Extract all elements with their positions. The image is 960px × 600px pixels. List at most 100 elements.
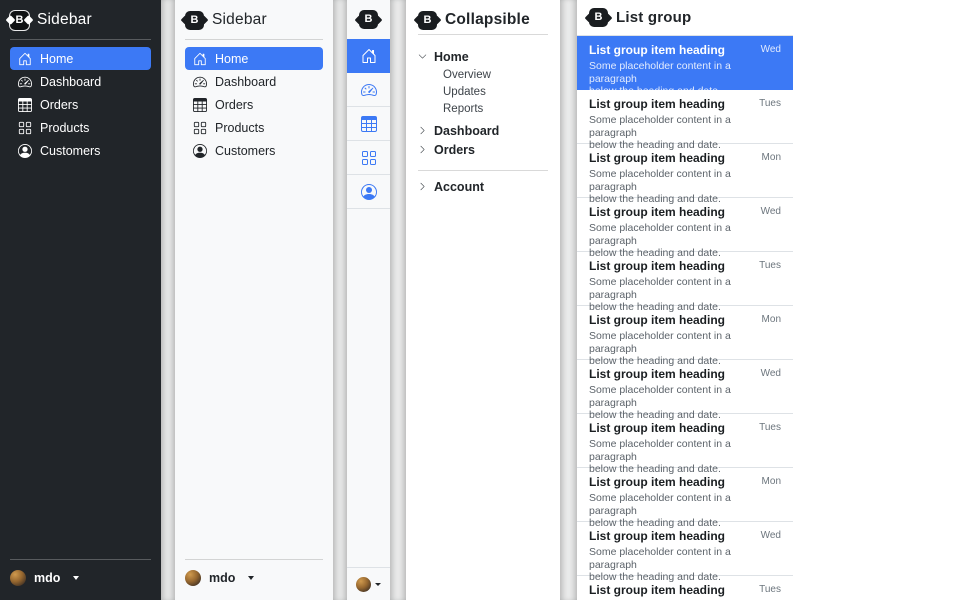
nav-link[interactable]: Orders bbox=[185, 93, 323, 116]
bootstrap-logo-icon: B bbox=[185, 11, 204, 30]
list-item-heading: List group item heading bbox=[589, 98, 725, 111]
nav-item: Orders bbox=[10, 93, 151, 116]
list-item-heading: List group item heading bbox=[589, 314, 725, 327]
nav-link-label: Products bbox=[215, 121, 264, 135]
list-item-top-row: List group item heading Tues bbox=[589, 422, 781, 435]
list-item-heading: List group item heading bbox=[589, 44, 725, 57]
list-item-top-row: List group item heading Wed bbox=[589, 44, 781, 57]
list-group-item[interactable]: List group item heading Mon Some placeho… bbox=[577, 144, 793, 198]
list-group: List group item heading Wed Some placeho… bbox=[577, 36, 793, 600]
list-item-day: Tues bbox=[759, 584, 781, 596]
brand-link-dark[interactable]: B Sidebar bbox=[10, 10, 151, 30]
list-group-item[interactable]: List group item heading Mon Some placeho… bbox=[577, 468, 793, 522]
sidebar-dark: B Sidebar Home Dashboard Orde bbox=[0, 0, 161, 600]
collapse-toggle-orders[interactable]: Orders bbox=[418, 140, 548, 159]
caret-down-icon bbox=[248, 576, 254, 580]
avatar bbox=[10, 570, 26, 586]
list-group-item[interactable]: List group item heading Wed Some placeho… bbox=[577, 360, 793, 414]
nav-item: Dashboard bbox=[185, 70, 323, 93]
list-item-day: Tues bbox=[759, 98, 781, 110]
nav-link-label: Customers bbox=[215, 144, 275, 158]
sidebar-listgroup: B List group List group item heading Wed… bbox=[577, 0, 793, 600]
icon-nav-link[interactable] bbox=[347, 141, 390, 175]
list-item-heading: List group item heading bbox=[589, 260, 725, 273]
list-group-item[interactable]: List group item heading Wed Some placeho… bbox=[577, 198, 793, 252]
user-section: mdo bbox=[10, 559, 151, 590]
chevron-right-icon bbox=[418, 145, 427, 154]
list-item-day: Tues bbox=[759, 260, 781, 272]
sidebar-collapsible: B Collapsible Home Overview Updates Repo… bbox=[406, 0, 560, 600]
list-group-item[interactable]: List group item heading Wed Some placeho… bbox=[577, 36, 793, 90]
sub-link[interactable]: Overview bbox=[443, 66, 548, 83]
example-divider bbox=[161, 0, 175, 600]
collapse-toggle-dashboard[interactable]: Dashboard bbox=[418, 121, 548, 140]
nav-link[interactable]: Products bbox=[10, 116, 151, 139]
list-item-day: Mon bbox=[762, 476, 781, 488]
list-item-heading: List group item heading bbox=[589, 422, 725, 435]
list-group-item[interactable]: List group item heading Wed Some placeho… bbox=[577, 522, 793, 576]
nav-link[interactable]: Orders bbox=[10, 93, 151, 116]
sub-link[interactable]: Reports bbox=[443, 100, 548, 117]
chevron-right-icon bbox=[418, 182, 427, 191]
sidebar-light-nav: Home Dashboard Orders Prod bbox=[185, 47, 323, 162]
sub-link[interactable]: Updates bbox=[443, 83, 548, 100]
collapse-toggle-home[interactable]: Home bbox=[418, 47, 548, 66]
list-item-day: Wed bbox=[761, 206, 781, 218]
list-group-item[interactable]: List group item heading Mon Some placeho… bbox=[577, 306, 793, 360]
list-item-heading: List group item heading bbox=[589, 530, 725, 543]
nav-link-label: Orders bbox=[215, 98, 253, 112]
nav-link-label: Dashboard bbox=[40, 75, 101, 89]
brand-link-listgroup[interactable]: B List group bbox=[577, 0, 793, 36]
user-dropdown[interactable] bbox=[347, 567, 390, 600]
nav-item: Customers bbox=[10, 139, 151, 162]
nav-link[interactable]: Dashboard bbox=[10, 70, 151, 93]
nav-link-label: Dashboard bbox=[215, 75, 276, 89]
example-divider bbox=[333, 0, 347, 600]
avatar bbox=[356, 577, 371, 592]
brand-link-collapsible[interactable]: B Collapsible bbox=[418, 10, 548, 30]
nav-item: Dashboard bbox=[10, 70, 151, 93]
list-group-item[interactable]: List group item heading Tues Some placeh… bbox=[577, 90, 793, 144]
sidebar-icons: B bbox=[347, 0, 390, 600]
user-dropdown[interactable]: mdo bbox=[185, 560, 323, 590]
table-icon bbox=[18, 98, 32, 112]
list-item-heading: List group item heading bbox=[589, 476, 725, 489]
example-divider bbox=[390, 0, 406, 600]
user-section: mdo bbox=[185, 559, 323, 590]
icon-nav-link[interactable] bbox=[347, 175, 390, 209]
nav-link[interactable]: Dashboard bbox=[185, 70, 323, 93]
icon-nav-link[interactable] bbox=[347, 39, 390, 73]
brand-link-icons[interactable]: B bbox=[347, 0, 390, 39]
icon-nav-link[interactable] bbox=[347, 73, 390, 107]
list-group-item[interactable]: List group item heading Tues Some placeh… bbox=[577, 252, 793, 306]
icon-nav-link[interactable] bbox=[347, 107, 390, 141]
grid-icon bbox=[193, 121, 207, 135]
table-icon bbox=[193, 98, 207, 112]
list-item-top-row: List group item heading Wed bbox=[589, 206, 781, 219]
example-divider bbox=[560, 0, 577, 600]
list-item-top-row: List group item heading Mon bbox=[589, 476, 781, 489]
sidebar-dark-nav: Home Dashboard Orders Prod bbox=[10, 47, 151, 162]
nav-link[interactable]: Customers bbox=[185, 139, 323, 162]
nav-link[interactable]: Home bbox=[185, 47, 323, 70]
brand-link-light[interactable]: B Sidebar bbox=[185, 10, 323, 30]
house-icon bbox=[193, 52, 207, 66]
speedometer-icon bbox=[193, 75, 207, 89]
brand-title: Sidebar bbox=[212, 11, 267, 29]
nav-item: Home bbox=[10, 47, 151, 70]
nav-link[interactable]: Home bbox=[10, 47, 151, 70]
list-item-top-row: List group item heading Wed bbox=[589, 368, 781, 381]
page-background bbox=[793, 0, 960, 600]
user-dropdown[interactable]: mdo bbox=[10, 560, 151, 590]
nav-link[interactable]: Customers bbox=[10, 139, 151, 162]
collapse-toggle-account[interactable]: Account bbox=[418, 177, 548, 196]
list-group-item[interactable]: List group item heading Tues Some placeh… bbox=[577, 414, 793, 468]
house-icon bbox=[361, 48, 377, 64]
list-item-day: Wed bbox=[761, 44, 781, 56]
divider bbox=[418, 170, 548, 171]
nav-link-label: Customers bbox=[40, 144, 100, 158]
bootstrap-logo-icon: B bbox=[418, 11, 437, 30]
nav-link[interactable]: Products bbox=[185, 116, 323, 139]
caret-down-icon bbox=[375, 583, 381, 586]
list-item-top-row: List group item heading Tues bbox=[589, 584, 781, 597]
